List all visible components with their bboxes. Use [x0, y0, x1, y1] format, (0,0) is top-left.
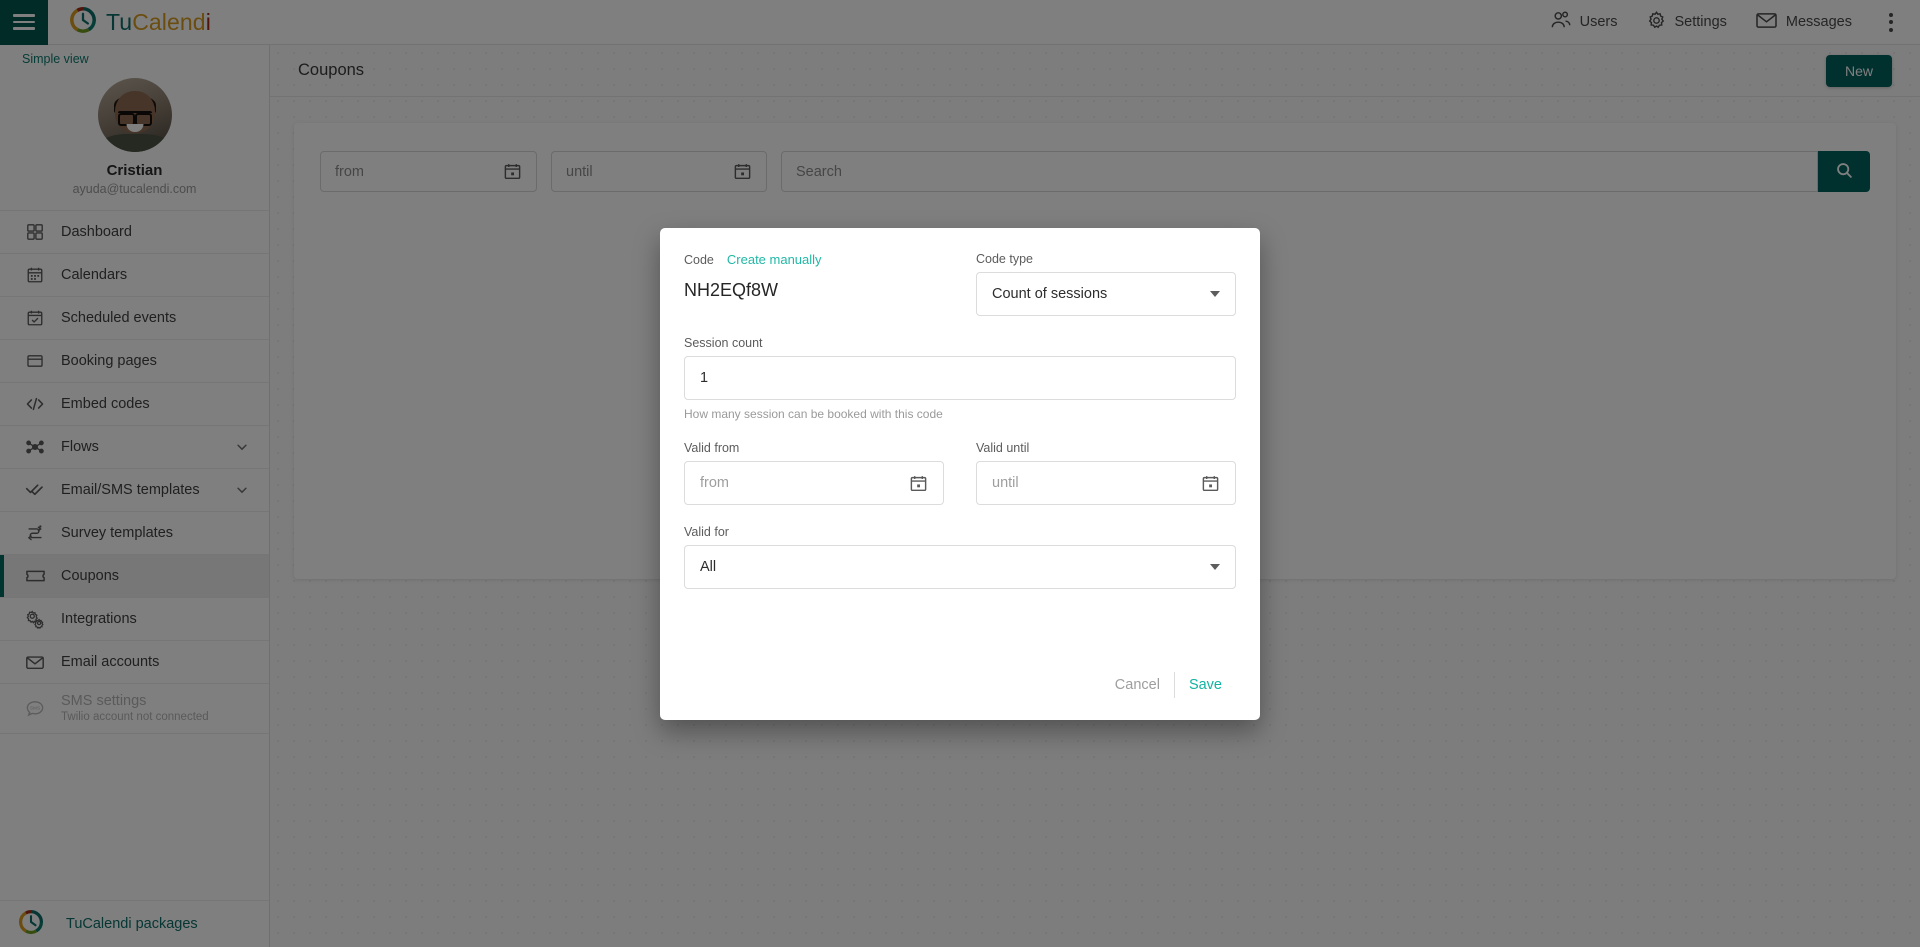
code-type-label: Code type	[976, 252, 1033, 266]
code-label: Code	[684, 253, 714, 267]
session-count-value: 1	[700, 370, 709, 386]
valid-from-input[interactable]: from	[684, 461, 944, 505]
cancel-button[interactable]: Cancel	[1101, 674, 1174, 696]
valid-for-select[interactable]: All	[684, 545, 1236, 589]
session-count-input[interactable]: 1	[684, 356, 1236, 400]
valid-until-placeholder: until	[992, 475, 1019, 491]
calendar-icon[interactable]	[1201, 474, 1220, 493]
valid-from-section: Valid from from	[684, 441, 944, 505]
code-type-section: Code type Count of sessions	[976, 252, 1236, 316]
valid-until-label: Valid until	[976, 441, 1030, 455]
modal-row-code: Code Create manually NH2EQf8W Code type …	[684, 252, 1236, 316]
app-root: TuCalendi Users	[0, 0, 1920, 947]
modal-row-validity: Valid from from Valid until until	[684, 441, 1236, 505]
create-manually-link[interactable]: Create manually	[727, 252, 822, 267]
modal-footer: Cancel Save	[684, 672, 1236, 698]
session-count-section: Session count 1 How many session can be …	[684, 336, 1236, 421]
chevron-down-icon	[1210, 291, 1220, 297]
session-count-hint: How many session can be booked with this…	[684, 407, 943, 421]
valid-from-label: Valid from	[684, 441, 740, 455]
valid-for-value: All	[700, 559, 717, 575]
code-type-select[interactable]: Count of sessions	[976, 272, 1236, 316]
code-section: Code Create manually NH2EQf8W	[684, 252, 944, 316]
code-type-value: Count of sessions	[992, 286, 1108, 302]
session-count-label: Session count	[684, 336, 763, 350]
code-value: NH2EQf8W	[684, 280, 779, 300]
save-button[interactable]: Save	[1175, 674, 1236, 696]
calendar-icon[interactable]	[909, 474, 928, 493]
coupon-form-modal: Code Create manually NH2EQf8W Code type …	[660, 228, 1260, 720]
code-header: Code Create manually	[684, 252, 944, 267]
valid-for-label: Valid for	[684, 525, 729, 539]
valid-until-section: Valid until until	[976, 441, 1236, 505]
valid-from-placeholder: from	[700, 475, 729, 491]
chevron-down-icon	[1210, 564, 1220, 570]
valid-until-input[interactable]: until	[976, 461, 1236, 505]
valid-for-section: Valid for All	[684, 525, 1236, 589]
